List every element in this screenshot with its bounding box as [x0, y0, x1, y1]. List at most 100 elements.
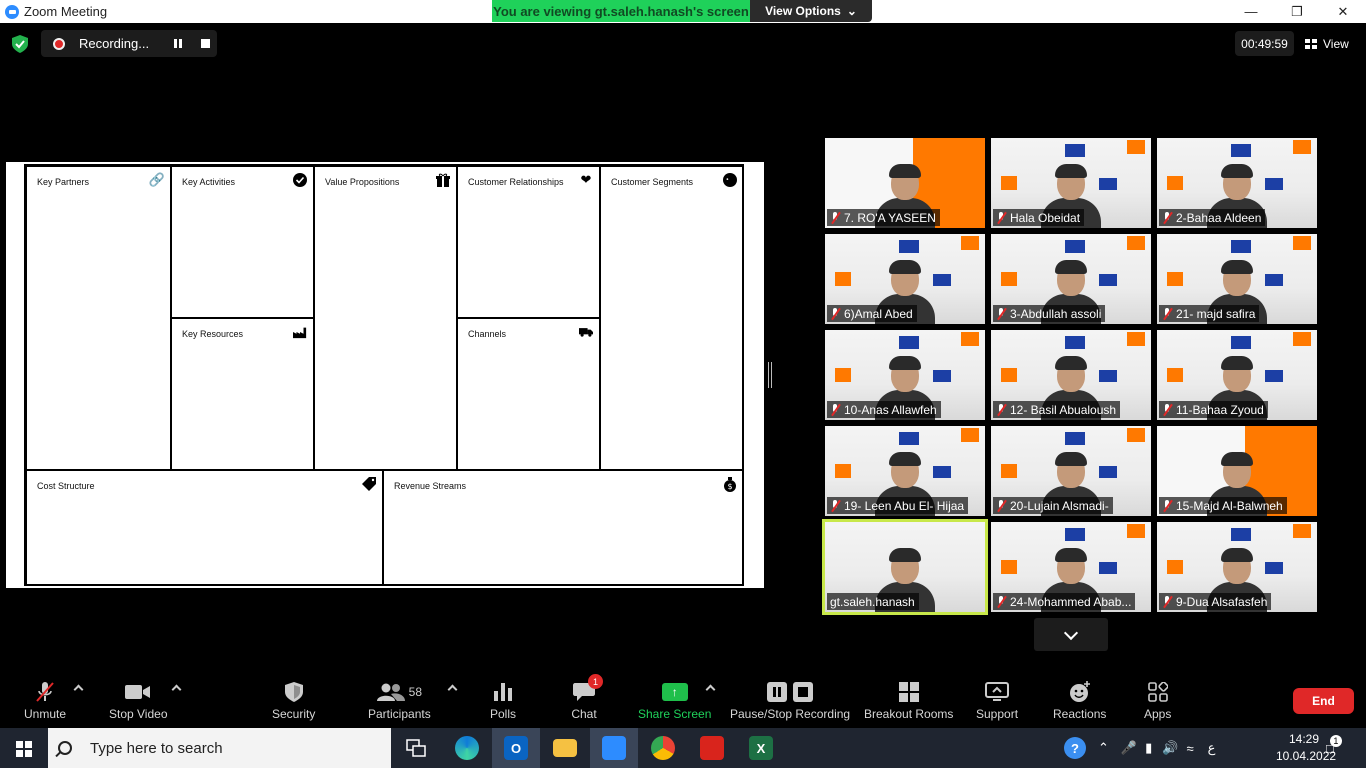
- chat-bubble-icon: 1: [571, 674, 603, 704]
- eu-flag-icon: [899, 240, 919, 253]
- language-indicator[interactable]: ع: [1208, 740, 1216, 756]
- excel-icon[interactable]: X: [737, 728, 785, 768]
- task-view-icon[interactable]: [392, 728, 440, 768]
- eu-flag-icon: [1265, 274, 1283, 286]
- stop-recording-icon[interactable]: [201, 39, 210, 48]
- chevron-up-icon[interactable]: ⌃: [1098, 740, 1109, 756]
- apps-button[interactable]: Apps: [1144, 680, 1171, 721]
- participant-tile[interactable]: gt.saleh.hanash: [822, 519, 988, 615]
- mic-muted-icon: [1162, 403, 1172, 416]
- participant-nameplate: 15-Majd Al-Balwneh: [1159, 497, 1287, 514]
- participant-tile[interactable]: 21- majd safira: [1157, 234, 1317, 324]
- audio-options-caret[interactable]: [73, 684, 84, 695]
- support-label: Support: [976, 707, 1019, 721]
- apps-label: Apps: [1144, 707, 1172, 721]
- split-view-divider[interactable]: [768, 362, 772, 388]
- mic-muted-icon: [830, 211, 840, 224]
- participant-tile[interactable]: Hala Obeidat: [991, 138, 1151, 228]
- support-button[interactable]: Support: [976, 680, 1018, 721]
- file-explorer-icon[interactable]: [541, 728, 589, 768]
- share-screen-button[interactable]: ↑ Share Screen: [638, 680, 711, 721]
- mic-muted-icon: [1162, 307, 1172, 320]
- participant-tile[interactable]: 12- Basil Abualoush: [991, 330, 1151, 420]
- participant-tile[interactable]: 3-Abdullah assoli: [991, 234, 1151, 324]
- cell-label: Revenue Streams: [394, 481, 467, 491]
- participant-tile[interactable]: 24-Mohammed Abab...: [991, 522, 1151, 612]
- eu-flag-icon: [1065, 528, 1085, 541]
- chevron-down-icon: ⌄: [846, 4, 857, 18]
- participant-name: 15-Majd Al-Balwneh: [1176, 498, 1283, 513]
- orange-logo-icon: [1001, 176, 1017, 190]
- outlook-icon[interactable]: O: [492, 728, 540, 768]
- edge-browser-icon[interactable]: [443, 728, 491, 768]
- zoom-taskbar-icon[interactable]: [590, 728, 638, 768]
- participant-tile[interactable]: 20-Lujain Alsmadi-: [991, 426, 1151, 516]
- stop-video-button[interactable]: Stop Video: [109, 680, 168, 721]
- participants-options-caret[interactable]: [447, 684, 458, 695]
- close-button[interactable]: ✕: [1320, 0, 1366, 23]
- chrome-icon[interactable]: [639, 728, 687, 768]
- participants-button[interactable]: 58 Participants: [368, 680, 431, 721]
- microphone-icon[interactable]: 🎤: [1121, 740, 1137, 756]
- participant-tile[interactable]: 11-Bahaa Zyoud: [1157, 330, 1317, 420]
- security-label: Security: [272, 707, 316, 721]
- pause-recording-icon[interactable]: [174, 39, 182, 48]
- pause-stop-recording-button[interactable]: Pause/Stop Recording: [730, 680, 850, 721]
- speaker-icon[interactable]: 🔊: [1162, 740, 1178, 756]
- orange-logo-icon: [1167, 368, 1183, 382]
- participant-name: 11-Bahaa Zyoud: [1176, 402, 1264, 417]
- orange-logo-icon: [961, 332, 979, 346]
- participant-tile[interactable]: 10-Anas Allawfeh: [825, 330, 985, 420]
- chat-button[interactable]: 1 Chat: [571, 674, 603, 721]
- taskbar-search-input[interactable]: Type here to search: [48, 728, 391, 768]
- eu-flag-icon: [1265, 370, 1283, 382]
- participant-nameplate: 24-Mohammed Abab...: [993, 593, 1136, 610]
- wifi-icon[interactable]: ≈: [1186, 741, 1193, 756]
- view-options-button[interactable]: View Options ⌄: [750, 0, 872, 22]
- participant-tile[interactable]: 2-Bahaa Aldeen: [1157, 138, 1317, 228]
- battery-icon[interactable]: ▮: [1145, 740, 1152, 756]
- minimize-button[interactable]: —: [1228, 0, 1274, 23]
- polls-button[interactable]: Polls: [490, 680, 516, 721]
- mic-muted-icon: [996, 211, 1006, 224]
- cell-label: Key Partners: [37, 177, 90, 187]
- gallery-next-page-button[interactable]: [1034, 618, 1108, 651]
- participant-name: 3-Abdullah assoli: [1010, 306, 1102, 321]
- orange-logo-icon: [1001, 560, 1017, 574]
- end-meeting-button[interactable]: End: [1293, 688, 1354, 714]
- orange-logo-icon: [835, 464, 851, 478]
- participant-tile[interactable]: 9-Dua Alsafasfeh: [1157, 522, 1317, 612]
- view-button[interactable]: View: [1305, 31, 1349, 56]
- mic-muted-icon: [830, 307, 840, 320]
- orange-logo-icon: [1127, 236, 1145, 250]
- eu-flag-icon: [1099, 562, 1117, 574]
- windows-start-icon[interactable]: [16, 741, 32, 757]
- participant-name: 21- majd safira: [1176, 306, 1256, 321]
- help-icon[interactable]: ?: [1064, 737, 1086, 759]
- unmute-button[interactable]: Unmute: [24, 680, 66, 721]
- breakout-rooms-button[interactable]: Breakout Rooms: [864, 680, 953, 721]
- participant-tile[interactable]: 6)Amal Abed: [825, 234, 985, 324]
- recording-indicator: Recording...: [41, 30, 217, 57]
- polls-label: Polls: [490, 707, 517, 721]
- encryption-shield-icon[interactable]: [12, 35, 28, 53]
- participant-tile[interactable]: 15-Majd Al-Balwneh: [1157, 426, 1317, 516]
- eu-flag-icon: [899, 336, 919, 349]
- participant-tile[interactable]: 19- Leen Abu El- Hijaa: [825, 426, 985, 516]
- video-options-caret[interactable]: [171, 684, 182, 695]
- link-icon: 🔗: [148, 172, 166, 187]
- notifications-button[interactable]: □ 1: [1326, 728, 1342, 768]
- windows-taskbar: Type here to search O X ? ⌃ 🎤 ▮ 🔊 ≈ ع 14…: [0, 728, 1366, 768]
- pause-stop-recording-label: Pause/Stop Recording: [730, 707, 851, 721]
- participant-tile[interactable]: 7. RO'A YASEEN: [825, 138, 985, 228]
- acrobat-icon[interactable]: [688, 728, 736, 768]
- maximize-button[interactable]: ❐: [1274, 0, 1320, 23]
- shared-screen: Key Partners 🔗 Key Activities Key Resour…: [6, 162, 764, 588]
- reactions-button[interactable]: Reactions: [1053, 680, 1106, 721]
- participants-icon: 58: [369, 680, 429, 704]
- eu-flag-icon: [1231, 336, 1251, 349]
- eu-flag-icon: [1099, 466, 1117, 478]
- security-button[interactable]: Security: [272, 680, 315, 721]
- emoji-icon: [1067, 680, 1093, 704]
- taskbar-clock[interactable]: 14:29 10.04.2022: [1276, 731, 1336, 765]
